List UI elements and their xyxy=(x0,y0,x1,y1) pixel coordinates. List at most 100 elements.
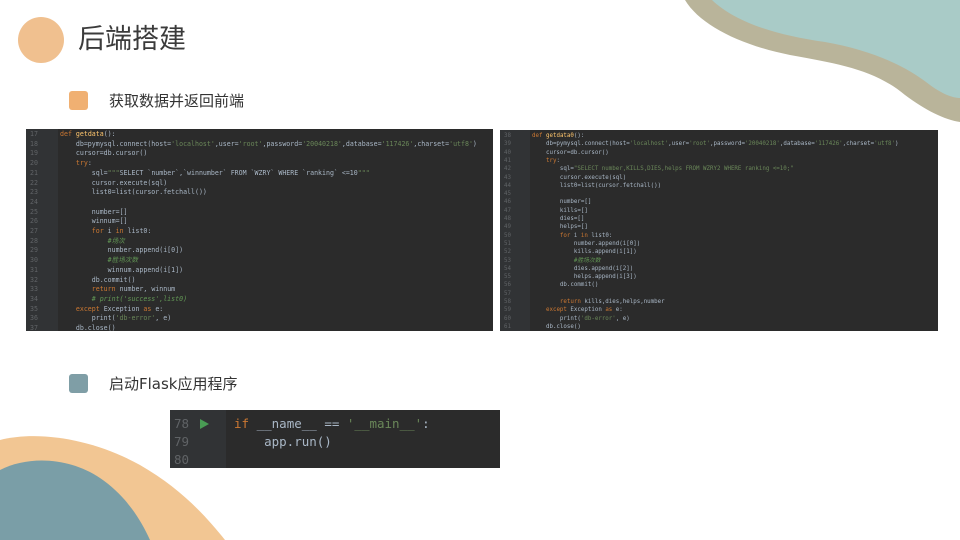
line-number: 43 xyxy=(504,174,511,181)
line-number: 52 xyxy=(504,249,511,256)
line-number: 47 xyxy=(504,207,511,214)
line-number: 20 xyxy=(30,159,38,168)
title-bullet-circle xyxy=(18,17,64,63)
section-label: 启动Flask应用程序 xyxy=(109,375,238,393)
code-text: if __name__ == '__main__': xyxy=(234,416,430,431)
line-number: 56 xyxy=(504,282,511,289)
section-bullet-square xyxy=(69,91,88,110)
code-text: list0=list(cursor.fetchall()) xyxy=(60,188,207,197)
line-number: 51 xyxy=(504,240,511,247)
line-number: 42 xyxy=(504,166,511,173)
code-text: sql="SELECT number,KILLS,DIES,helps FROM… xyxy=(532,166,794,173)
code-screenshot-app-run: 78 if __name__ == '__main__': 79 app.run()… xyxy=(170,410,500,468)
line-number: 17 xyxy=(30,130,38,138)
code-text: print('db-error', e) xyxy=(60,314,172,323)
line-number: 25 xyxy=(30,207,38,216)
run-arrow-icon[interactable] xyxy=(200,419,209,429)
line-number: 30 xyxy=(30,256,38,265)
code-screenshot-getdata: 17 def getdata(): 18 db=pymysql.connect(ho… xyxy=(26,129,493,331)
section-start-flask: 启动Flask应用程序 xyxy=(69,373,238,394)
line-number: 79 xyxy=(174,434,190,449)
code-text: def getdata(): xyxy=(60,130,116,138)
code-text: print('db-error', e) xyxy=(532,315,630,322)
code-text: #胜场次数 xyxy=(60,256,138,265)
code-text: cursor.execute(sql) xyxy=(532,174,627,181)
line-number: 36 xyxy=(30,314,38,323)
line-number: 31 xyxy=(30,265,38,274)
line-number: 22 xyxy=(30,178,38,187)
code-text: db.close() xyxy=(532,323,581,330)
line-number: 34 xyxy=(30,294,38,303)
code-text: def getdata0(): xyxy=(532,133,585,139)
section-bullet-square xyxy=(69,374,88,393)
code-text: winnum.append(i[1]) xyxy=(60,265,184,274)
line-number: 55 xyxy=(504,274,511,281)
line-number: 32 xyxy=(30,275,38,284)
code-text: db.commit() xyxy=(60,275,136,284)
code-text: for i in list0: xyxy=(91,227,152,235)
code-text: list0=list(cursor.fetchall()) xyxy=(532,182,662,189)
code-text: return number, winnum xyxy=(91,285,176,294)
line-number: 21 xyxy=(30,168,38,177)
code-text: dies=[] xyxy=(532,216,585,222)
line-number: 28 xyxy=(30,236,38,245)
line-number: 48 xyxy=(504,216,511,222)
code-text: sql="""SELECT `number`,`winnumber` FROM … xyxy=(60,168,370,177)
code-text: app.run() xyxy=(234,434,332,449)
line-number: 61 xyxy=(504,323,511,330)
code-text: # print('success',list0) xyxy=(60,294,188,303)
code-text: try: xyxy=(75,159,92,168)
line-number: 24 xyxy=(30,197,38,206)
line-number: 41 xyxy=(504,157,511,164)
line-number: 35 xyxy=(30,304,38,313)
line-number: 49 xyxy=(504,224,511,231)
code-text: dies.append(i[2]) xyxy=(532,265,634,272)
line-number: 27 xyxy=(30,227,38,235)
code-text: number.append(i[0]) xyxy=(60,246,184,255)
line-number: 46 xyxy=(504,199,511,206)
code-text: number.append(i[0]) xyxy=(532,240,641,247)
line-number: 59 xyxy=(504,307,511,314)
line-number: 33 xyxy=(30,285,38,294)
section-label: 获取数据并返回前端 xyxy=(109,92,245,110)
code-text: try: xyxy=(545,157,560,164)
code-text: db.close() xyxy=(60,324,116,331)
line-number: 50 xyxy=(504,232,511,239)
code-text: kills=[] xyxy=(532,207,588,214)
code-text: for i in list0: xyxy=(559,232,613,239)
code-screenshot-getdata0: 38 def getdata0(): 39 db=pymysql.connect(h… xyxy=(500,130,938,331)
line-number: 78 xyxy=(174,416,190,431)
code-text: db.commit() xyxy=(532,282,599,289)
code-text: cursor=db.cursor() xyxy=(532,149,609,156)
code-text: except Exception as e: xyxy=(75,304,164,313)
page-title: 后端搭建 xyxy=(78,24,186,55)
line-number: 19 xyxy=(30,149,38,158)
line-number: 40 xyxy=(504,149,511,156)
line-number: 44 xyxy=(504,182,511,189)
line-number: 26 xyxy=(30,217,38,226)
line-number: 23 xyxy=(30,188,38,197)
code-text: number=[] xyxy=(532,199,592,206)
code-text: db=pymysql.connect(host='localhost',user… xyxy=(60,139,477,148)
line-number: 45 xyxy=(504,191,511,198)
code-text: except Exception as e: xyxy=(545,307,623,314)
code-text: return kills,dies,helps,number xyxy=(559,299,665,305)
line-number: 80 xyxy=(174,452,190,467)
line-number: 53 xyxy=(504,257,511,264)
line-number: 18 xyxy=(30,139,38,148)
section-get-data: 获取数据并返回前端 xyxy=(69,90,244,111)
line-number: 57 xyxy=(504,290,511,297)
line-number: 54 xyxy=(504,265,511,272)
code-text: helps.append(i[3]) xyxy=(532,274,637,281)
line-number: 38 xyxy=(504,133,511,139)
line-number: 39 xyxy=(504,141,511,148)
code-text: cursor=db.cursor() xyxy=(60,149,148,158)
code-text: helps=[] xyxy=(532,224,588,231)
code-text: cursor.execute(sql) xyxy=(60,178,168,187)
code-text: winnum=[] xyxy=(60,217,128,226)
code-text: #胜场次数 xyxy=(532,257,601,264)
code-text: number=[] xyxy=(60,207,128,216)
line-number: 29 xyxy=(30,246,38,255)
code-text: kills.append(i[1]) xyxy=(532,249,637,256)
code-text: db=pymysql.connect(host='localhost',user… xyxy=(532,141,899,148)
